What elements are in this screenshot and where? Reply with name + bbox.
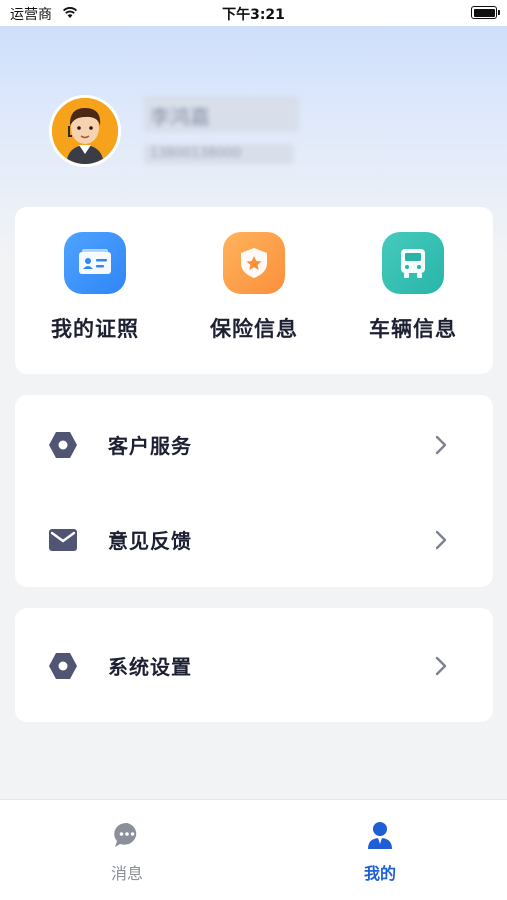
tab-messages[interactable]: 消息: [67, 820, 187, 884]
shield-star-icon: [223, 232, 285, 294]
chevron-right-icon: [435, 435, 447, 455]
chevron-right-icon: [435, 530, 447, 550]
status-time: 下午3:21: [222, 7, 285, 23]
tab-label: 我的: [363, 864, 396, 883]
envelope-icon: [49, 529, 77, 551]
battery-icon: [471, 6, 500, 19]
profile-phone: 13800138000: [144, 144, 294, 164]
tab-mine[interactable]: 我的: [320, 820, 440, 884]
id-card-icon: [64, 232, 126, 294]
tab-bar: 消息 我的: [0, 799, 507, 900]
quick-action-label: 保险信息: [210, 317, 298, 341]
menu-item-label: 意见反馈: [108, 529, 192, 553]
quick-actions-card: 我的证照 保险信息 车辆信息: [15, 207, 493, 374]
status-bar: 运营商 下午3:21: [0, 0, 507, 26]
menu-item-customer-service[interactable]: 客户服务: [15, 415, 493, 475]
quick-action-my-license[interactable]: 我的证照: [15, 232, 175, 343]
menu-item-label: 系统设置: [108, 655, 192, 679]
quick-action-vehicle[interactable]: 车辆信息: [333, 232, 493, 343]
chevron-right-icon: [435, 656, 447, 676]
truck-icon: [382, 232, 444, 294]
menu-item-system-settings[interactable]: 系统设置: [15, 636, 493, 696]
chat-bubble-icon: [114, 822, 137, 847]
hexagon-settings-icon: [49, 432, 77, 458]
menu-item-label: 客户服务: [108, 434, 192, 458]
profile-name: 李鸿嘉: [144, 96, 299, 132]
tab-label: 消息: [110, 864, 143, 883]
quick-action-insurance[interactable]: 保险信息: [174, 232, 334, 343]
quick-action-label: 我的证照: [51, 317, 139, 341]
quick-action-label: 车辆信息: [369, 317, 457, 341]
avatar[interactable]: [49, 95, 121, 167]
hexagon-settings-icon: [49, 653, 77, 679]
avatar-face-icon: [52, 98, 118, 164]
menu-card-settings: 系统设置: [15, 608, 493, 722]
menu-item-feedback[interactable]: 意见反馈: [15, 510, 493, 570]
menu-card-service: 客户服务 意见反馈: [15, 395, 493, 587]
person-icon: [368, 822, 392, 849]
